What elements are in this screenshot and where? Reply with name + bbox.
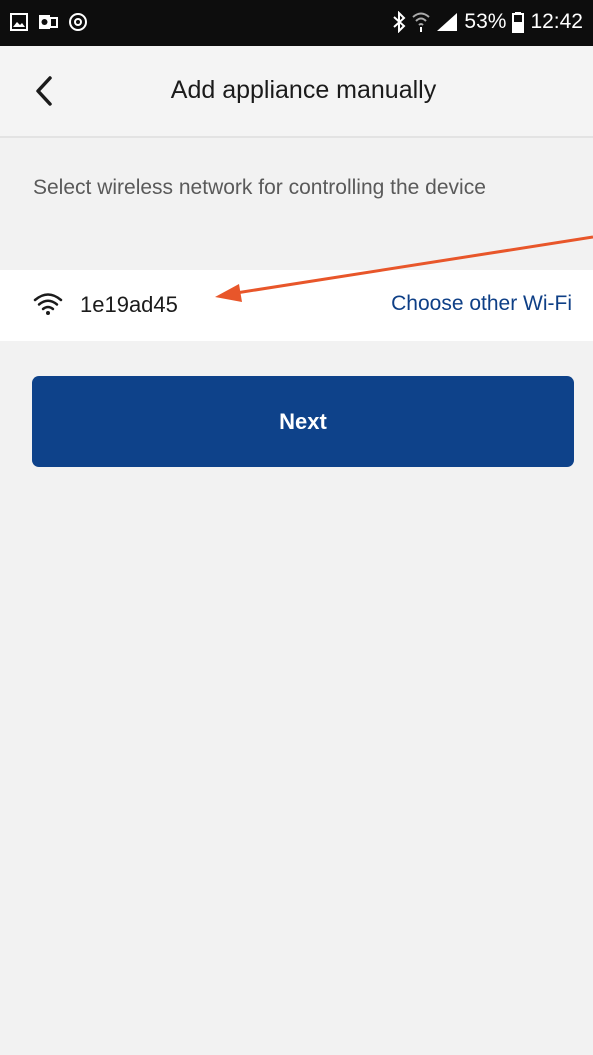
clock: 12:42 [530, 10, 583, 33]
outlook-icon [39, 15, 58, 29]
next-button[interactable]: Next [32, 376, 574, 467]
annotation-arrow [215, 235, 593, 302]
battery-icon [512, 12, 525, 33]
instruction-text: Select wireless network for controlling … [33, 176, 486, 199]
wifi-icon [33, 293, 63, 315]
choose-other-wifi-link[interactable]: Choose other Wi-Fi [391, 292, 572, 316]
status-bar: 53% 12:42 [0, 0, 593, 46]
wifi-status-icon [412, 12, 431, 32]
gallery-icon [10, 13, 28, 31]
signal-icon [437, 13, 458, 31]
bluetooth-icon [393, 11, 406, 33]
wifi-network-row: 1e19ad45 Choose other Wi-Fi [0, 270, 593, 341]
notification-icons [10, 12, 88, 32]
network-ssid: 1e19ad45 [80, 292, 178, 317]
page-title: Add appliance manually [170, 76, 437, 104]
sync-icon [69, 13, 87, 31]
battery-percent: 53% [464, 10, 507, 33]
system-status: 53% 12:42 [392, 10, 583, 34]
app-header: Add appliance manually [0, 46, 593, 138]
